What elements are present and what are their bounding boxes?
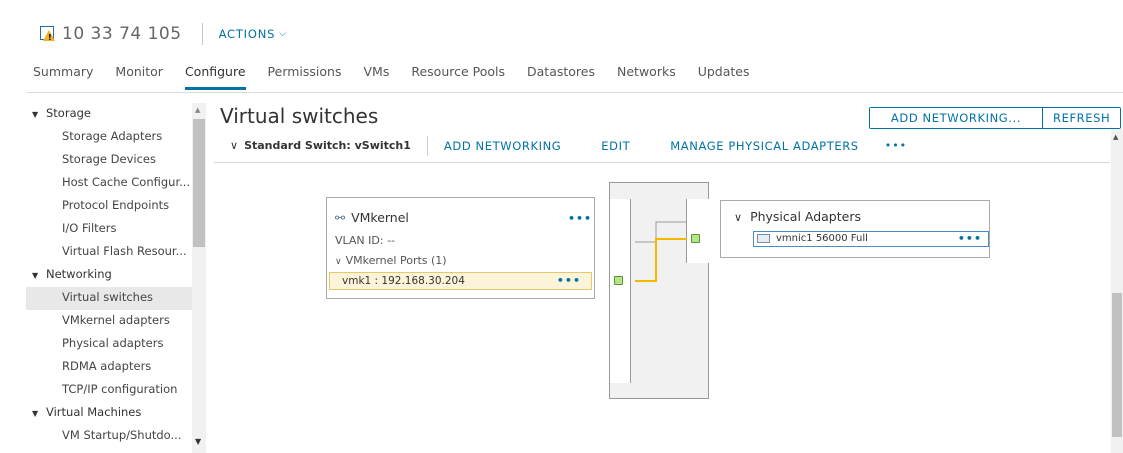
tab-summary[interactable]: Summary [33,64,93,90]
sidebar-item-protocol-endpoints[interactable]: Protocol Endpoints [26,195,192,218]
tab-updates[interactable]: Updates [698,64,750,90]
vmkernel-ports-toggle[interactable]: ∨ VMkernel Ports (1) [335,254,447,267]
chevron-down-icon: ⌵ [279,29,287,39]
vlan-id: VLAN ID: -- [335,234,396,247]
host-warning-icon: ! [40,26,56,42]
tree-group-label: Virtual Machines [46,405,142,419]
header-button-group: ADD NETWORKING... REFRESH [869,107,1122,129]
scroll-up-icon[interactable]: ▲ [195,106,200,114]
host-header: ! 10 33 74 105 ACTIONS ⌵ [40,22,287,46]
tab-configure[interactable]: Configure [184,64,246,90]
tab-bar: Summary Monitor Configure Permissions VM… [33,64,772,92]
tab-permissions[interactable]: Permissions [268,64,342,90]
scroll-up-icon[interactable]: ▲ [1113,133,1118,141]
sidebar-item-host-cache[interactable]: Host Cache Configur... [26,172,192,195]
caret-down-icon: ▼ [32,409,39,418]
physical-adapters-card: ∨ Physical Adapters vmnic1 56000 Full ••• [720,200,990,258]
physical-adapter-label: vmnic1 56000 Full [776,233,868,244]
sidebar-scrollbar[interactable]: ▲ ▼ [192,103,206,453]
header-divider [201,23,203,45]
refresh-button[interactable]: REFRESH [1042,108,1121,128]
manage-physical-adapters-link[interactable]: MANAGE PHYSICAL ADAPTERS [670,139,858,153]
sidebar-item-rdma-adapters[interactable]: RDMA adapters [26,356,192,379]
tree-group-networking[interactable]: ▼ Networking [26,264,205,287]
chevron-down-icon: ∨ [335,257,342,267]
vmkernel-title: ⚯ VMkernel [335,210,409,225]
physical-adapter-more-icon[interactable]: ••• [958,232,982,246]
tab-networks[interactable]: Networks [617,64,676,90]
sidebar-item-virtual-switches[interactable]: Virtual switches [26,287,192,310]
scroll-down-icon[interactable]: ▼ [195,437,201,446]
host-name: 10 33 74 105 [62,24,182,44]
configure-sidebar: ▼ Storage Storage Adapters Storage Device… [26,103,205,453]
vmkernel-more-icon[interactable]: ••• [568,212,592,225]
page-title: Virtual switches [220,104,379,128]
actions-label: ACTIONS [218,27,276,41]
sidebar-item-tcpip-configuration[interactable]: TCP/IP configuration [26,379,192,402]
sidebar-item-storage-devices[interactable]: Storage Devices [26,149,192,172]
tree-group-label: Networking [46,267,112,281]
actions-menu[interactable]: ACTIONS ⌵ [219,27,287,41]
sidebar-item-vm-startup[interactable]: VM Startup/Shutdo... [26,425,192,448]
physical-adapters-title: Physical Adapters [750,209,861,224]
physical-adapter-row[interactable]: vmnic1 56000 Full ••• [753,231,989,247]
switch-more-icon[interactable]: ••• [885,139,907,152]
tab-monitor[interactable]: Monitor [115,64,163,90]
tab-resource-pools[interactable]: Resource Pools [411,64,505,90]
switch-title: Standard Switch: vSwitch1 [244,139,411,152]
caret-down-icon: ▼ [32,110,39,119]
tree-group-label: Storage [46,106,91,120]
main-scroll-thumb[interactable] [1112,293,1122,437]
sidebar-item-vmkernel-adapters[interactable]: VMkernel adapters [26,310,192,333]
switch-toggle[interactable]: ∨ Standard Switch: vSwitch1 [214,139,411,152]
add-networking-button[interactable]: ADD NETWORKING... [870,108,1042,128]
switch-connection-lines [635,221,687,282]
portgroup-port-icon [614,276,623,285]
chevron-down-icon: ∨ [734,211,743,224]
tabs-divider [26,92,1123,93]
vmkernel-label: VMkernel [351,210,409,225]
tree-group-storage[interactable]: ▼ Storage [26,103,205,126]
uplink-port-icon [691,234,700,243]
switch-header-divider [426,135,428,156]
switch-edit-link[interactable]: EDIT [601,139,630,153]
switch-add-networking-link[interactable]: ADD NETWORKING [444,139,561,153]
switch-header: ∨ Standard Switch: vSwitch1 ADD NETWORKI… [214,129,1110,163]
network-globe-icon: ⚯ [335,210,346,225]
sidebar-item-storage-adapters[interactable]: Storage Adapters [26,126,192,149]
main-scrollbar[interactable]: ▲ [1111,129,1123,453]
sidebar-item-physical-adapters[interactable]: Physical adapters [26,333,192,356]
sidebar-item-virtual-flash[interactable]: Virtual Flash Resour... [26,241,192,264]
physical-adapters-toggle[interactable]: ∨ Physical Adapters [734,209,861,224]
vmkernel-ports-label: VMkernel Ports (1) [345,254,447,267]
caret-down-icon: ▼ [32,271,39,280]
chevron-down-icon: ∨ [230,139,239,152]
vmkernel-portgroup-card: ⚯ VMkernel ••• VLAN ID: -- ∨ VMkernel Por… [326,197,595,299]
tree-group-virtual-machines[interactable]: ▼ Virtual Machines [26,402,205,425]
sidebar-scroll-thumb[interactable] [193,119,205,247]
switch-diagram [609,182,709,399]
nic-icon [757,234,770,243]
vmkernel-port-label: vmk1 : 192.168.30.204 [342,275,465,287]
sidebar-item-io-filters[interactable]: I/O Filters [26,218,192,241]
vmkernel-port-row[interactable]: vmk1 : 192.168.30.204 ••• [329,272,592,290]
tab-vms[interactable]: VMs [363,64,389,90]
tab-datastores[interactable]: Datastores [527,64,595,90]
vmkernel-port-more-icon[interactable]: ••• [557,273,581,289]
